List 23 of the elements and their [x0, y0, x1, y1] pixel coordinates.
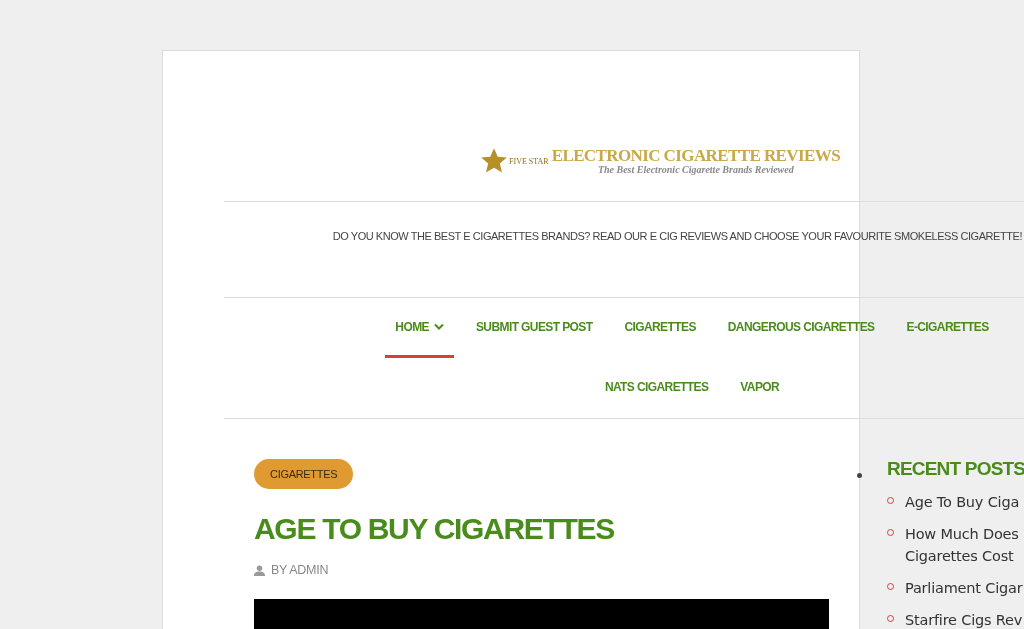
bullet-icon: [857, 473, 862, 478]
nav-link[interactable]: DANGEROUS CIGARETTES: [717, 298, 885, 358]
nav-link[interactable]: E-CIGARETTES: [896, 298, 999, 358]
recent-post-link[interactable]: Starfire Cigs Rev: [905, 609, 1023, 629]
user-icon: [254, 564, 265, 576]
logo-label: FIVE STAR: [509, 156, 549, 166]
nav-link[interactable]: HOME: [385, 298, 454, 358]
nav-link[interactable]: SUBMIT GUEST POST: [465, 298, 603, 358]
post-title: AGE TO BUY CIGARETTES: [254, 511, 615, 547]
video-player[interactable]: [254, 599, 829, 629]
recent-post-link[interactable]: Parliament Cigar: [905, 577, 1023, 599]
star-icon: [480, 147, 509, 175]
logo-title: ELECTRONIC CIGARETTE REVIEWS: [551, 147, 840, 164]
nav-link[interactable]: NATS CIGARETTES: [594, 358, 719, 418]
post-author[interactable]: BY ADMIN: [271, 563, 329, 577]
recent-post-link[interactable]: Age To Buy Ciga: [905, 491, 1020, 513]
nav-link[interactable]: CIGARETTES: [614, 298, 706, 358]
logo-subtitle: The Best Electronic Cigarette Brands Reviewed: [597, 164, 794, 175]
category-tag[interactable]: CIGARETTES: [254, 459, 354, 489]
recent-post-link[interactable]: How Much Does Cigarettes Cost: [905, 523, 1019, 567]
site-tagline: DO YOU KNOW THE BEST E CIGARETTES BRANDS? READ OUR E CIG REVIEWS AND CHOOSE YOUR FAVOURITE SMOKELESS CIGARETTE!: [332, 230, 1022, 244]
widget-title: RECENT POSTS: [887, 457, 1024, 481]
nav-link[interactable]: VAPOR: [730, 358, 790, 418]
